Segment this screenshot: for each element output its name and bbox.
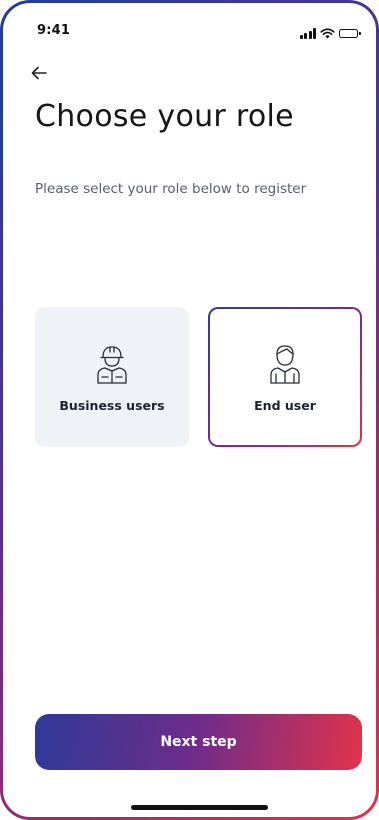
device-frame: 9:41 Choose your role Please select your… xyxy=(0,0,379,820)
worker-helmet-icon xyxy=(97,345,127,384)
status-bar: 9:41 xyxy=(3,3,376,47)
signal-icon xyxy=(299,28,316,39)
wifi-icon xyxy=(320,24,335,43)
home-indicator[interactable] xyxy=(131,805,268,810)
battery-icon xyxy=(339,29,361,38)
back-button[interactable] xyxy=(27,61,51,85)
role-card-end-user[interactable]: End user xyxy=(208,307,362,447)
screen: 9:41 Choose your role Please select your… xyxy=(3,3,376,817)
role-card-business-users[interactable]: Business users xyxy=(35,307,189,447)
status-icons xyxy=(299,24,361,43)
arrow-left-icon xyxy=(31,66,47,80)
page-subtitle: Please select your role below to registe… xyxy=(35,181,307,197)
role-label: End user xyxy=(254,397,316,413)
next-step-button[interactable]: Next step xyxy=(35,714,362,770)
user-icon xyxy=(270,344,300,384)
role-label: Business users xyxy=(59,397,165,413)
status-time: 9:41 xyxy=(37,23,71,38)
page-title: Choose your role xyxy=(35,99,294,134)
